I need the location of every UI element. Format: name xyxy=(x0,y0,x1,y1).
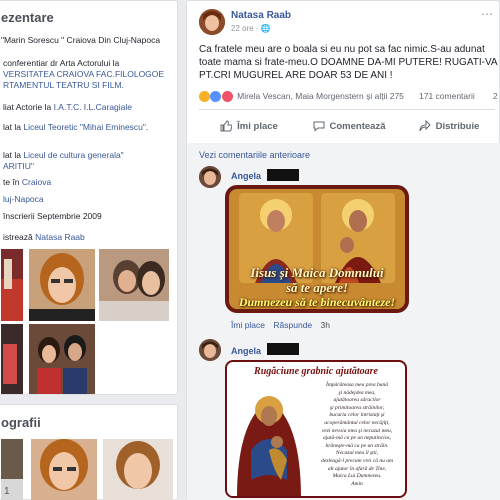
page: ezentare "Marin Sorescu " Craiova Din Cl… xyxy=(0,0,500,500)
featured-photo-4[interactable] xyxy=(1,324,23,394)
divider xyxy=(199,109,495,110)
like-button[interactable]: Îmi place xyxy=(199,113,299,139)
commenter-name-2[interactable]: Angela xyxy=(231,346,261,356)
share-count[interactable]: 2 xyxy=(493,91,498,101)
post-actions: Îmi place Comentează Distribuie xyxy=(199,113,499,139)
cluj-link[interactable]: luj-Napoca xyxy=(3,194,44,204)
aritiu-link[interactable]: ARITIU" xyxy=(3,161,34,171)
image-caption-line2: să te apere! xyxy=(285,280,349,295)
work-link-2[interactable]: RTAMENTUL TEATRU SI FILM. xyxy=(3,80,124,90)
featured-photo-2[interactable] xyxy=(29,249,95,321)
intro-row-studied-actorie: liat Actorie la I.A.T.C. I.L.Caragiale xyxy=(3,102,132,112)
photos-title: ografii xyxy=(1,415,41,430)
intro-row-follows: istrează Natasa Raab xyxy=(3,232,85,242)
intro-row-school: "Marin Sorescu " Craiova Din Cluj-Napoca xyxy=(1,35,161,45)
craiova-link[interactable]: Craiova xyxy=(22,177,51,187)
comment-time[interactable]: 3h xyxy=(321,320,330,330)
photo-thumb-3[interactable] xyxy=(103,439,173,500)
comment-reply-link[interactable]: Răspunde xyxy=(273,320,312,330)
intro-row-studied-eminescu: lat la Liceul Teoretic "Mihai Eminescu". xyxy=(3,122,149,132)
post-meta: 22 ore · 🌐 xyxy=(231,24,271,33)
post-card: Natasa Raab 22 ore · 🌐 ⋯ Ca fratele meu … xyxy=(186,0,500,500)
comment-icon xyxy=(313,121,325,132)
love-reaction-icon xyxy=(221,91,233,103)
photo-thumb-2[interactable] xyxy=(31,439,97,500)
redaction-bar-2 xyxy=(267,343,299,355)
commenter-name[interactable]: Angela xyxy=(231,171,261,181)
reactions-bar: Mirela Vescan, Maia Morgenstern și alții… xyxy=(199,91,499,105)
eminescu-link[interactable]: Liceul Teoretic "Mihai Eminescu" xyxy=(23,122,146,132)
post-text: Ca fratele meu are o boala si eu nu pot … xyxy=(199,44,498,81)
intro-row-lives: te în Craiova xyxy=(3,177,52,187)
globe-icon: 🌐 xyxy=(260,24,271,33)
image-caption-line3: Dumnezeu să te binecuvânteze! xyxy=(238,295,396,309)
intro-row-work: conferentiar dr Arta Actorului la VERSIT… xyxy=(3,58,165,90)
prayer-text: Împărăteasa mea prea bună şi nădejdea me… xyxy=(321,382,393,487)
post-options-icon[interactable]: ⋯ xyxy=(481,7,493,21)
commenter-avatar[interactable] xyxy=(199,166,221,188)
image-caption-line1: Iisus și Maica Domnului xyxy=(250,265,384,280)
photos-card: ografii 1 xyxy=(0,404,178,500)
post-author[interactable]: Natasa Raab xyxy=(231,10,291,21)
intro-row-from: luj-Napoca xyxy=(3,194,173,205)
intro-row-studied-cultura: lat la Liceul de cultura generala" ARITI… xyxy=(3,150,124,171)
featured-photo-3[interactable] xyxy=(99,249,169,321)
prayer-image-icon[interactable]: Rugăciune grabnic ajutătoare Împărăteasa… xyxy=(225,360,407,498)
intro-row-joined: înscrierii Septembrie 2009 xyxy=(3,211,102,221)
previous-comments-link[interactable]: Vezi comentariile anterioare xyxy=(199,150,310,160)
reactors-text[interactable]: Mirela Vescan, Maia Morgenstern și alții… xyxy=(237,91,404,101)
intro-card: ezentare "Marin Sorescu " Craiova Din Cl… xyxy=(0,0,178,395)
iatc-link[interactable]: I.A.T.C. I.L.Caragiale xyxy=(54,102,132,112)
featured-photo-1[interactable] xyxy=(1,249,23,321)
commenter-avatar-2[interactable] xyxy=(199,339,221,361)
natasa-link[interactable]: Natasa Raab xyxy=(35,232,85,242)
photo-thumb-1[interactable]: 1 xyxy=(1,439,23,500)
share-button[interactable]: Distribuie xyxy=(399,113,499,139)
post-time[interactable]: 22 ore xyxy=(231,24,254,33)
sad-reaction-icon xyxy=(199,91,210,103)
cultura-link[interactable]: Liceul de cultura generala" xyxy=(23,150,123,160)
comment-like-link[interactable]: Îmi place xyxy=(231,320,265,330)
work-link[interactable]: VERSITATEA CRAIOVA FAC.FILOLOGOE xyxy=(3,69,164,79)
intro-title: ezentare xyxy=(1,10,54,25)
comment-count[interactable]: 171 comentarii xyxy=(419,91,475,101)
prayer-title: Rugăciune grabnic ajutătoare xyxy=(254,366,378,377)
comment-actions: Îmi place Răspunde 3h xyxy=(231,320,336,330)
author-avatar[interactable] xyxy=(199,9,225,35)
comment-button[interactable]: Comentează xyxy=(299,113,399,139)
svg-text:1: 1 xyxy=(4,486,10,497)
redaction-bar xyxy=(267,169,299,181)
thumbs-up-icon xyxy=(220,120,233,132)
like-reaction-icon xyxy=(210,91,222,103)
featured-photo-5[interactable] xyxy=(29,324,95,394)
share-icon xyxy=(419,120,431,132)
comment-image-icon[interactable]: Iisus și Maica Domnului să te apere! Dum… xyxy=(225,185,409,313)
